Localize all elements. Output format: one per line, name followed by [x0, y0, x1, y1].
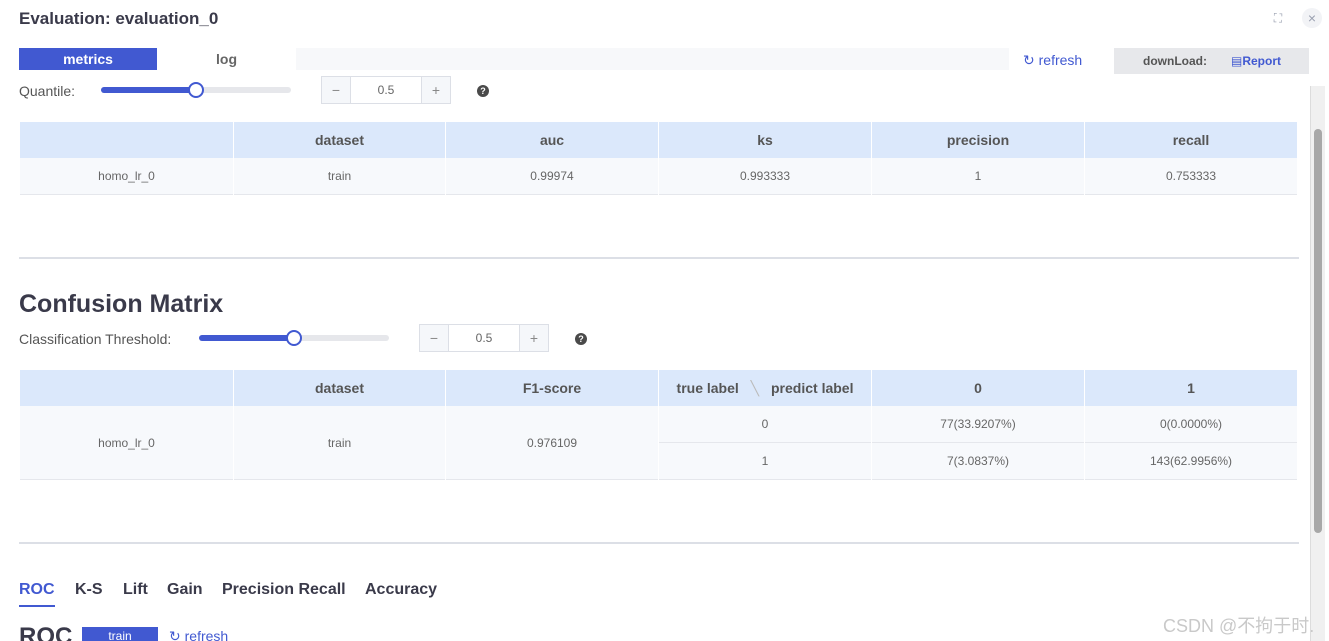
tab-gain[interactable]: Gain — [167, 581, 203, 599]
download-label: downLoad: — [1143, 54, 1207, 68]
true-label-cell: 0 — [659, 406, 871, 443]
table-cell: 0.993333 — [659, 158, 871, 195]
threshold-stepper: − 0.5 + — [419, 324, 549, 352]
active-tab-indicator — [19, 605, 55, 607]
document-icon: ▤ — [1231, 54, 1243, 68]
threshold-label: Classification Threshold: — [19, 331, 172, 347]
true-label-header: true label — [676, 379, 739, 396]
tab-log[interactable]: log — [157, 48, 296, 70]
download-bar: downLoad: ▤Report — [1114, 48, 1309, 74]
threshold-decrement-button[interactable]: − — [420, 325, 449, 351]
close-icon[interactable]: × — [1302, 8, 1322, 28]
report-label: Report — [1242, 54, 1282, 68]
column-header-label-split: true label ╲ predict label — [659, 370, 871, 406]
watermark: CSDN @不拘于时. — [1163, 616, 1315, 636]
confusion-matrix-title: Confusion Matrix — [19, 290, 224, 318]
window-title: Evaluation: evaluation_0 — [19, 9, 219, 28]
roc-refresh-label: refresh — [184, 628, 229, 641]
refresh-icon: ↻ — [1023, 52, 1035, 68]
scrollbar[interactable] — [1310, 86, 1325, 641]
refresh-label: refresh — [1038, 52, 1083, 68]
tab-roc[interactable]: ROC — [19, 581, 55, 599]
predict-label-header: predict label — [771, 379, 854, 396]
roc-section-title: ROC — [19, 623, 73, 641]
diagonal-divider: ╲ — [750, 379, 760, 396]
divider — [19, 257, 1299, 259]
metrics-table: dataset auc ks precision recall homo_lr_… — [19, 122, 1298, 195]
column-header: 1 — [1085, 370, 1297, 406]
column-header: auc — [446, 122, 658, 158]
tab-bar: metrics log — [19, 48, 1009, 70]
refresh-icon: ↻ — [169, 628, 181, 641]
column-header: precision — [872, 122, 1084, 158]
table-cell: train — [234, 158, 445, 195]
matrix-cell: 0(0.0000%) — [1085, 406, 1297, 443]
fullscreen-icon[interactable]: ⛶ — [1268, 8, 1288, 28]
quantile-label: Quantile: — [19, 83, 76, 99]
threshold-slider-handle[interactable] — [286, 330, 302, 346]
column-header: 0 — [872, 370, 1084, 406]
quantile-slider[interactable] — [101, 82, 291, 98]
quantile-slider-fill — [101, 87, 196, 93]
column-header: ks — [659, 122, 871, 158]
table-cell: 1 — [872, 158, 1084, 195]
threshold-input[interactable]: 0.5 — [449, 325, 519, 351]
f1-cell: 0.976109 — [446, 406, 658, 480]
report-download-button[interactable]: ▤Report — [1231, 54, 1281, 68]
column-header: dataset — [234, 370, 445, 406]
confusion-matrix-table: dataset F1-score true label ╲ predict la… — [19, 370, 1298, 480]
table-cell: 0.753333 — [1085, 158, 1297, 195]
quantile-slider-handle[interactable] — [188, 82, 204, 98]
table-cell: 0.99974 — [446, 158, 658, 195]
dataset-cell: train — [234, 406, 445, 480]
quantile-decrement-button[interactable]: − — [322, 77, 351, 103]
tab-precision-recall[interactable]: Precision Recall — [222, 581, 346, 599]
matrix-cell: 143(62.9956%) — [1085, 443, 1297, 480]
scrollbar-thumb[interactable] — [1314, 129, 1322, 533]
column-header: dataset — [234, 122, 445, 158]
table-row: homo_lr_0 train 0.976109 0 77(33.9207%) … — [20, 406, 1297, 480]
threshold-slider-fill — [199, 335, 294, 341]
tab-ks[interactable]: K-S — [75, 581, 103, 599]
column-header — [20, 122, 233, 158]
divider — [19, 542, 1299, 544]
refresh-button[interactable]: ↻ refresh — [1023, 52, 1082, 69]
column-header: F1-score — [446, 370, 658, 406]
roc-refresh-button[interactable]: ↻ refresh — [169, 628, 228, 641]
true-label-cell: 1 — [659, 443, 871, 480]
matrix-cell: 77(33.9207%) — [872, 406, 1084, 443]
threshold-increment-button[interactable]: + — [519, 325, 548, 351]
table-row: homo_lr_0 train 0.99974 0.993333 1 0.753… — [20, 158, 1297, 195]
help-icon[interactable]: ? — [575, 333, 587, 345]
help-icon[interactable]: ? — [477, 85, 489, 97]
dataset-badge[interactable]: train — [82, 627, 158, 641]
table-cell: homo_lr_0 — [20, 158, 233, 195]
quantile-stepper: − 0.5 + — [321, 76, 451, 104]
quantile-input[interactable]: 0.5 — [351, 77, 421, 103]
quantile-increment-button[interactable]: + — [421, 77, 450, 103]
matrix-cell: 7(3.0837%) — [872, 443, 1084, 480]
tab-metrics[interactable]: metrics — [19, 48, 157, 70]
column-header: recall — [1085, 122, 1297, 158]
column-header — [20, 370, 233, 406]
tab-accuracy[interactable]: Accuracy — [365, 581, 437, 599]
model-cell: homo_lr_0 — [20, 406, 233, 480]
tab-lift[interactable]: Lift — [123, 581, 148, 599]
threshold-slider[interactable] — [199, 330, 389, 346]
